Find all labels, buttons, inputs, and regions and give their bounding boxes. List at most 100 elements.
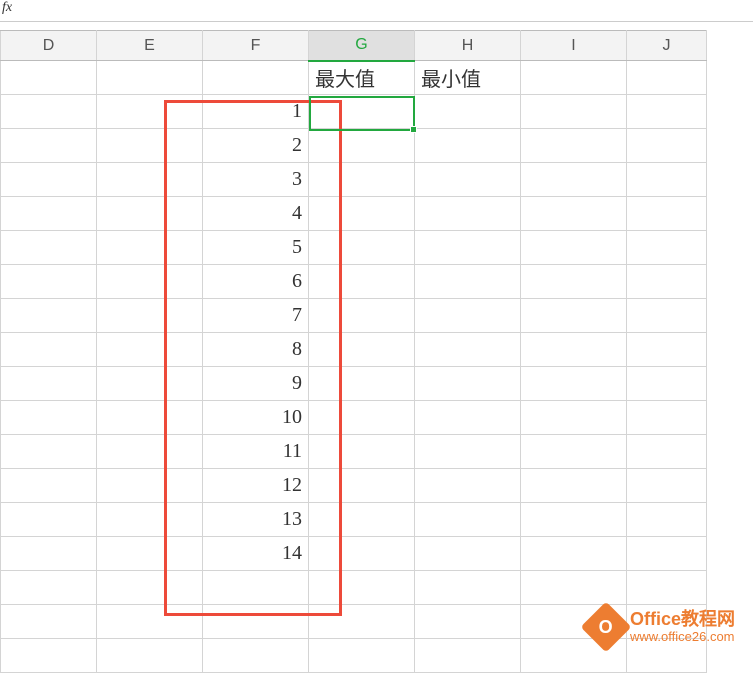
cell-F15[interactable]: 14 <box>203 537 309 571</box>
cell[interactable] <box>97 537 203 571</box>
cell[interactable] <box>521 469 627 503</box>
cell[interactable] <box>521 95 627 129</box>
cell[interactable] <box>1 163 97 197</box>
cell[interactable] <box>1 299 97 333</box>
cell[interactable] <box>97 435 203 469</box>
cell-F3[interactable]: 2 <box>203 129 309 163</box>
cell[interactable] <box>521 163 627 197</box>
cell[interactable] <box>1 265 97 299</box>
cell-F7[interactable]: 6 <box>203 265 309 299</box>
col-header-F[interactable]: F <box>203 31 309 61</box>
cell-F14[interactable]: 13 <box>203 503 309 537</box>
cell[interactable] <box>97 197 203 231</box>
cell[interactable] <box>521 231 627 265</box>
cell[interactable] <box>415 605 521 639</box>
cell[interactable] <box>521 367 627 401</box>
spreadsheet-grid[interactable]: D E F G H I J 最大值 最小值 1 <box>0 30 707 673</box>
cell[interactable] <box>415 401 521 435</box>
cell[interactable] <box>1 571 97 605</box>
cell[interactable] <box>97 231 203 265</box>
cell[interactable] <box>97 639 203 673</box>
cell-F8[interactable]: 7 <box>203 299 309 333</box>
cell[interactable] <box>97 333 203 367</box>
cell[interactable] <box>521 129 627 163</box>
cell[interactable] <box>1 197 97 231</box>
cell-F6[interactable]: 5 <box>203 231 309 265</box>
cell[interactable] <box>97 401 203 435</box>
cell[interactable] <box>1 333 97 367</box>
col-header-J[interactable]: J <box>627 31 707 61</box>
cell[interactable] <box>521 503 627 537</box>
cell[interactable] <box>521 197 627 231</box>
cell[interactable] <box>1 639 97 673</box>
col-header-E[interactable]: E <box>97 31 203 61</box>
cell[interactable] <box>309 401 415 435</box>
cell[interactable] <box>309 605 415 639</box>
cell[interactable] <box>1 95 97 129</box>
cell-F11[interactable]: 10 <box>203 401 309 435</box>
cell[interactable] <box>97 503 203 537</box>
cell[interactable] <box>521 571 627 605</box>
cell-F10[interactable]: 9 <box>203 367 309 401</box>
cell[interactable] <box>309 231 415 265</box>
cell-F12[interactable]: 11 <box>203 435 309 469</box>
cell[interactable] <box>309 367 415 401</box>
cell[interactable] <box>415 333 521 367</box>
cell[interactable] <box>415 503 521 537</box>
cell[interactable] <box>415 571 521 605</box>
cell[interactable] <box>1 503 97 537</box>
cell[interactable] <box>415 265 521 299</box>
cell[interactable] <box>1 367 97 401</box>
col-header-G[interactable]: G <box>309 31 415 61</box>
cell[interactable] <box>627 401 707 435</box>
formula-bar[interactable]: fx <box>0 0 753 22</box>
cell[interactable] <box>1 537 97 571</box>
cell[interactable] <box>309 571 415 605</box>
cell[interactable] <box>627 435 707 469</box>
cell[interactable] <box>627 367 707 401</box>
cell[interactable] <box>97 61 203 95</box>
cell[interactable] <box>521 537 627 571</box>
col-header-I[interactable]: I <box>521 31 627 61</box>
cell[interactable] <box>415 299 521 333</box>
cell[interactable] <box>203 61 309 95</box>
cell[interactable] <box>1 469 97 503</box>
cell[interactable] <box>415 537 521 571</box>
cell[interactable] <box>309 163 415 197</box>
cell[interactable] <box>415 95 521 129</box>
cell[interactable] <box>309 299 415 333</box>
cell[interactable] <box>309 129 415 163</box>
col-header-D[interactable]: D <box>1 31 97 61</box>
cell[interactable] <box>521 401 627 435</box>
cell[interactable] <box>1 129 97 163</box>
cell[interactable] <box>415 129 521 163</box>
cell[interactable] <box>309 333 415 367</box>
cell[interactable] <box>97 367 203 401</box>
cell[interactable] <box>97 605 203 639</box>
cell[interactable] <box>1 61 97 95</box>
cell[interactable] <box>627 299 707 333</box>
cell[interactable] <box>521 333 627 367</box>
cell[interactable] <box>203 605 309 639</box>
cell[interactable] <box>309 469 415 503</box>
cell[interactable] <box>627 129 707 163</box>
cell[interactable] <box>97 469 203 503</box>
cell[interactable] <box>627 469 707 503</box>
cell[interactable] <box>415 231 521 265</box>
cell[interactable] <box>627 231 707 265</box>
cell[interactable] <box>627 163 707 197</box>
cell-F9[interactable]: 8 <box>203 333 309 367</box>
cell[interactable] <box>309 197 415 231</box>
cell[interactable] <box>415 435 521 469</box>
cell-F5[interactable]: 4 <box>203 197 309 231</box>
cell[interactable] <box>415 197 521 231</box>
cell[interactable] <box>1 401 97 435</box>
cell[interactable] <box>627 571 707 605</box>
cell[interactable] <box>309 435 415 469</box>
cell-H1[interactable]: 最小值 <box>415 61 521 95</box>
cell[interactable] <box>627 503 707 537</box>
cell[interactable] <box>97 571 203 605</box>
cell[interactable] <box>521 61 627 95</box>
cell[interactable] <box>203 571 309 605</box>
cell[interactable] <box>521 265 627 299</box>
